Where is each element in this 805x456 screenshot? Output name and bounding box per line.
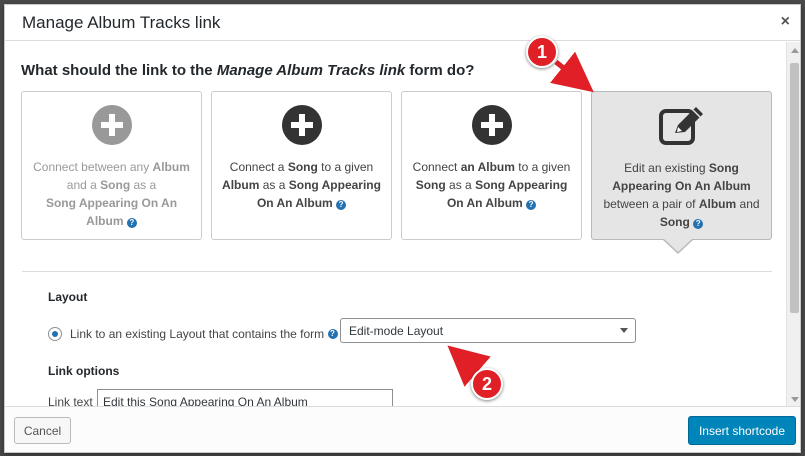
annotation-arrow-1 <box>550 51 594 93</box>
annotation-badge-2: 2 <box>471 368 503 400</box>
annotation-arrows <box>447 51 594 387</box>
annotation-badge-1: 1 <box>526 36 558 68</box>
annotation-arrow-2 <box>447 345 491 387</box>
